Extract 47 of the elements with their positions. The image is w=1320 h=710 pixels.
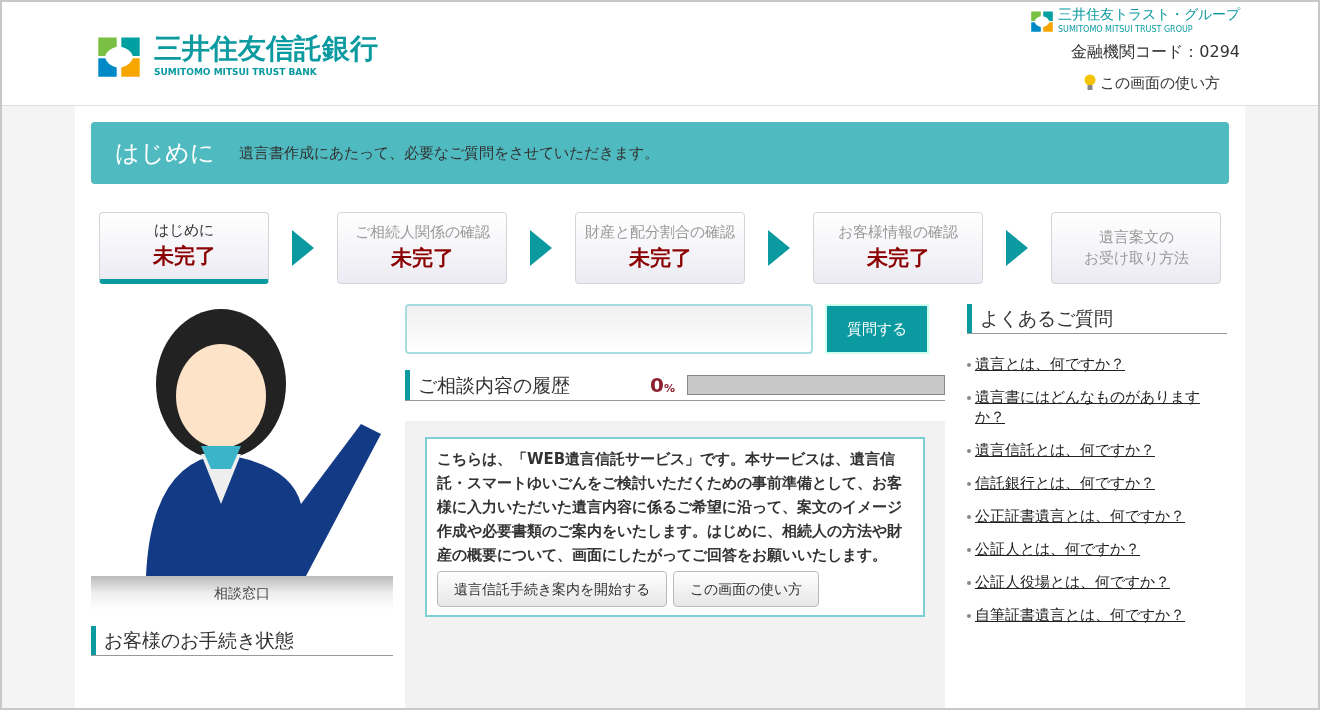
step-tab[interactable]: お客様情報の確認 未完了	[813, 212, 983, 284]
accent-bar	[967, 304, 972, 333]
bullet-icon	[967, 613, 971, 618]
bullet-icon	[967, 362, 971, 367]
message-button[interactable]: この画面の使い方	[673, 571, 819, 607]
progress-percent: 0	[650, 372, 664, 399]
banner-title: はじめに	[115, 138, 215, 169]
faq-link[interactable]: 遺言書にはどんなものがありますか？	[975, 386, 1227, 427]
message-text: こちらは、「WEB遺言信託サービス」です。本サービスは、遺言信託・スマートゆいごんをご検討いただくための事前準備として、お客様に入力いただいた遺言内容に係るご希望に沿って、案文のイメージ作成や必要書類のご案内をいたします。はじめに、相続人の方法や財産の概要について、画面にしたがってご回答をお願いいたします。	[437, 449, 903, 566]
faq-title: よくあるご質問	[979, 306, 1113, 331]
bank-name: 三井住友信託銀行	[154, 31, 378, 67]
question-input[interactable]	[405, 304, 813, 354]
message-button[interactable]: 遺言信託手続き案内を開始する	[437, 571, 667, 607]
arrow-icon	[292, 230, 314, 266]
history-title: ご相談内容の履歴	[417, 372, 571, 398]
assistant-caption: 相談窓口	[214, 583, 270, 603]
lightbulb-icon	[1084, 73, 1096, 92]
group-logo-icon	[1030, 8, 1054, 33]
bullet-icon	[967, 514, 971, 519]
faq-link[interactable]: 信託銀行とは、何ですか？	[975, 472, 1155, 493]
faq-link[interactable]: 自筆証書遺言とは、何ですか？	[975, 604, 1185, 625]
arrow-icon	[768, 230, 790, 266]
accent-bar	[405, 370, 410, 400]
institution-code: 金融機関コード：0294	[1071, 40, 1240, 63]
percent-unit: %	[663, 381, 675, 397]
faq-link[interactable]: 遺言信託とは、何ですか？	[975, 439, 1155, 460]
faq-link[interactable]: 公証人役場とは、何ですか？	[975, 571, 1170, 592]
help-link[interactable]: この画面の使い方	[1100, 71, 1220, 94]
bullet-icon	[967, 395, 971, 400]
bullet-icon	[967, 547, 971, 552]
group-name: 三井住友トラスト・グループ	[1058, 6, 1240, 24]
bullet-icon	[967, 481, 971, 486]
bank-name-english: SUMITOMO MITSUI TRUST BANK	[154, 66, 318, 80]
procedure-status-title: お客様のお手続き状態	[103, 628, 294, 653]
accent-bar	[91, 626, 96, 655]
arrow-icon	[1006, 230, 1028, 266]
step-tab[interactable]: 財産と配分割合の確認 未完了	[575, 212, 745, 284]
banner-subtitle: 遺言書作成にあたって、必要なご質問をさせていただきます。	[239, 142, 659, 164]
faq-link[interactable]: 公正証書遺言とは、何ですか？	[975, 505, 1185, 526]
group-name-english: SUMITOMO MITSUI TRUST GROUP	[1058, 23, 1194, 36]
bullet-icon	[967, 580, 971, 585]
bullet-icon	[967, 448, 971, 453]
faq-link[interactable]: 公証人とは、何ですか？	[975, 538, 1140, 559]
step-tab[interactable]: ご相続人関係の確認 未完了	[337, 212, 507, 284]
faq-link[interactable]: 遺言とは、何ですか？	[975, 353, 1125, 374]
arrow-icon	[530, 230, 552, 266]
step-tab[interactable]: はじめに 未完了	[99, 212, 269, 284]
